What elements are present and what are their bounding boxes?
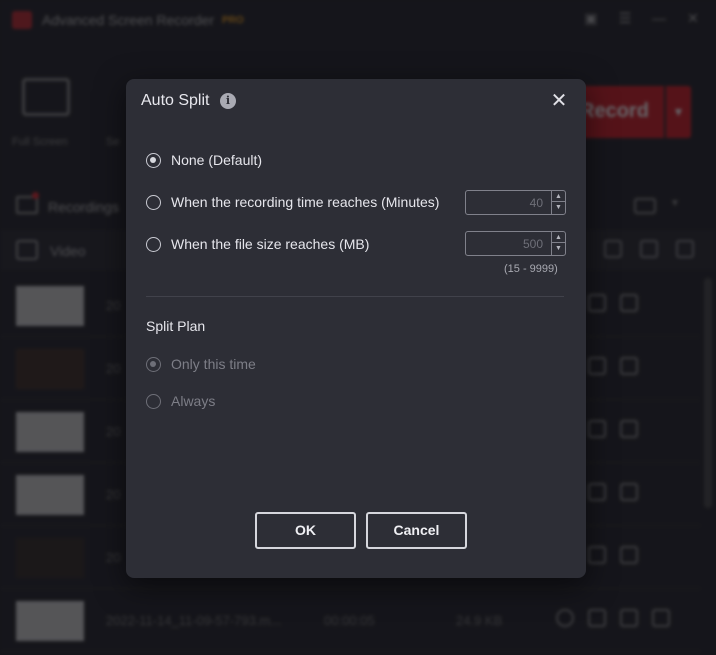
auto-split-dialog: Auto Split i ✕ None (Default) When the r… bbox=[126, 79, 586, 578]
radio-recording-time[interactable] bbox=[146, 194, 161, 210]
close-icon[interactable]: ✕ bbox=[548, 90, 570, 112]
radio-always[interactable] bbox=[146, 393, 161, 409]
option-recording-time-label: When the recording time reaches (Minutes… bbox=[171, 194, 440, 210]
option-file-size-label: When the file size reaches (MB) bbox=[171, 236, 370, 252]
option-only-this-time[interactable]: Only this time bbox=[146, 356, 256, 372]
info-icon[interactable]: i bbox=[220, 93, 236, 109]
file-size-spin-buttons: ▲ ▼ bbox=[551, 232, 565, 255]
chevron-down-icon[interactable]: ▼ bbox=[552, 202, 565, 213]
range-hint: (15 - 9999) bbox=[504, 263, 558, 275]
file-size-value: 500 bbox=[522, 237, 543, 251]
split-plan-title: Split Plan bbox=[146, 318, 206, 334]
cancel-button[interactable]: Cancel bbox=[366, 512, 467, 549]
chevron-up-icon[interactable]: ▲ bbox=[552, 232, 565, 243]
option-file-size[interactable]: When the file size reaches (MB) bbox=[146, 236, 369, 252]
chevron-down-icon[interactable]: ▼ bbox=[552, 243, 565, 254]
minutes-value: 40 bbox=[529, 196, 543, 210]
minutes-spin-buttons: ▲ ▼ bbox=[551, 191, 565, 214]
ok-button[interactable]: OK bbox=[255, 512, 356, 549]
radio-file-size[interactable] bbox=[146, 236, 161, 252]
radio-only-this-time[interactable] bbox=[146, 356, 161, 372]
option-none[interactable]: None (Default) bbox=[146, 152, 262, 168]
file-size-spinbox[interactable]: 500 ▲ ▼ bbox=[465, 231, 566, 256]
minutes-spinbox[interactable]: 40 ▲ ▼ bbox=[465, 190, 566, 215]
chevron-up-icon[interactable]: ▲ bbox=[552, 191, 565, 202]
option-none-label: None (Default) bbox=[171, 152, 263, 168]
option-recording-time[interactable]: When the recording time reaches (Minutes… bbox=[146, 194, 439, 210]
divider bbox=[146, 296, 564, 297]
option-always-label: Always bbox=[171, 393, 216, 409]
option-only-this-time-label: Only this time bbox=[171, 356, 256, 372]
dialog-title: Auto Split bbox=[141, 92, 210, 109]
option-always[interactable]: Always bbox=[146, 393, 215, 409]
radio-none[interactable] bbox=[146, 152, 161, 168]
